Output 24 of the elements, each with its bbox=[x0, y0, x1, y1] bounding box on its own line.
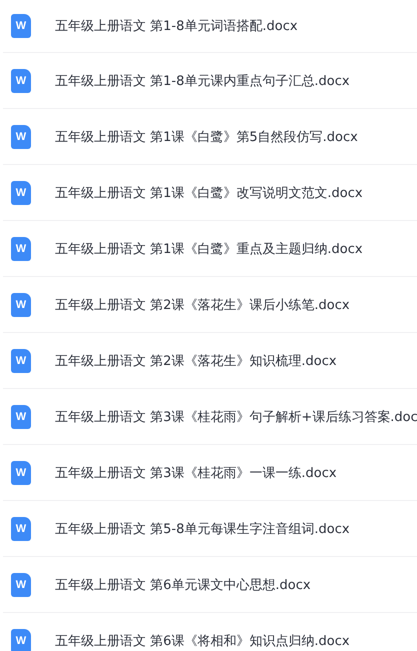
file-name[interactable]: 五年级上册语文 第1-8单元课内重点句子汇总.docx bbox=[55, 72, 350, 90]
word-file-icon: W bbox=[11, 180, 31, 204]
word-file-icon: W bbox=[11, 460, 31, 484]
file-name[interactable]: 五年级上册语文 第1课《白鹭》重点及主题归纳.docx bbox=[55, 240, 363, 258]
word-file-icon: W bbox=[11, 572, 31, 596]
word-file-icon: W bbox=[11, 124, 31, 148]
word-file-icon: W bbox=[11, 628, 31, 651]
file-name[interactable]: 五年级上册语文 第6课《将相和》知识点归纳.docx bbox=[55, 632, 350, 650]
word-file-icon: W bbox=[11, 14, 31, 38]
word-file-icon: W bbox=[11, 348, 31, 372]
word-file-icon: W bbox=[11, 516, 31, 540]
file-name[interactable]: 五年级上册语文 第2课《落花生》知识梳理.docx bbox=[55, 352, 337, 370]
file-name[interactable]: 五年级上册语文 第3课《桂花雨》句子解析+课后练习答案.doc bbox=[55, 408, 417, 426]
file-name[interactable]: 五年级上册语文 第1课《白鹭》改写说明文范文.docx bbox=[55, 184, 363, 202]
file-name[interactable]: 五年级上册语文 第5-8单元每课生字注音组词.docx bbox=[55, 520, 350, 538]
file-name[interactable]: 五年级上册语文 第1-8单元词语搭配.docx bbox=[55, 17, 298, 35]
word-file-icon: W bbox=[11, 236, 31, 260]
file-name[interactable]: 五年级上册语文 第1课《白鹭》第5自然段仿写.docx bbox=[55, 128, 358, 146]
file-name[interactable]: 五年级上册语文 第6单元课文中心思想.docx bbox=[55, 576, 311, 594]
word-file-icon: W bbox=[11, 68, 31, 92]
file-name[interactable]: 五年级上册语文 第2课《落花生》课后小练笔.docx bbox=[55, 296, 350, 314]
file-name[interactable]: 五年级上册语文 第3课《桂花雨》一课一练.docx bbox=[55, 464, 337, 482]
word-file-icon: W bbox=[11, 292, 31, 316]
word-file-icon: W bbox=[11, 404, 31, 428]
